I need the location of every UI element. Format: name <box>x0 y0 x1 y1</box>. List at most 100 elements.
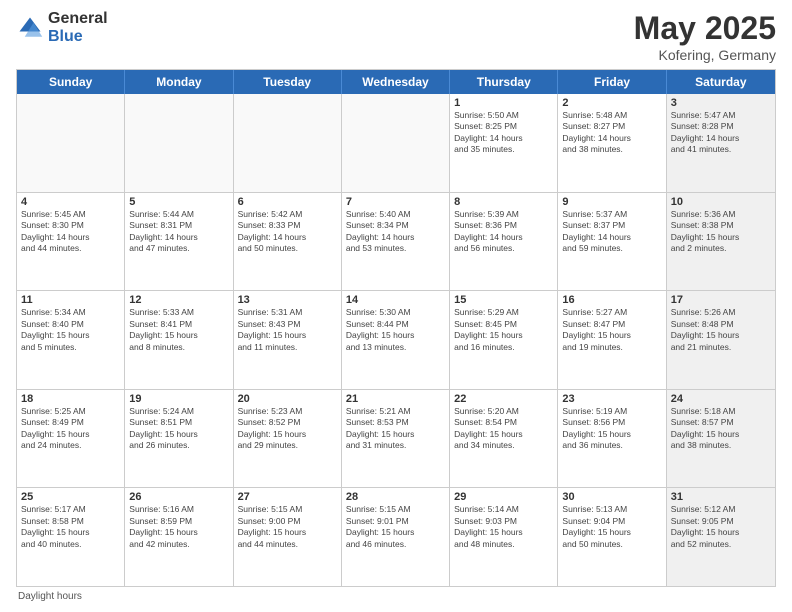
calendar-cell-8: 8Sunrise: 5:39 AM Sunset: 8:36 PM Daylig… <box>450 193 558 291</box>
footer-note: Daylight hours <box>16 591 776 602</box>
day-info: Sunrise: 5:24 AM Sunset: 8:51 PM Dayligh… <box>129 406 228 452</box>
day-info: Sunrise: 5:19 AM Sunset: 8:56 PM Dayligh… <box>562 406 661 452</box>
calendar-cell-11: 11Sunrise: 5:34 AM Sunset: 8:40 PM Dayli… <box>17 291 125 389</box>
day-info: Sunrise: 5:20 AM Sunset: 8:54 PM Dayligh… <box>454 406 553 452</box>
day-info: Sunrise: 5:45 AM Sunset: 8:30 PM Dayligh… <box>21 209 120 255</box>
day-number: 16 <box>562 294 661 306</box>
title-block: May 2025 Kofering, Germany <box>634 10 776 63</box>
day-number: 12 <box>129 294 228 306</box>
day-info: Sunrise: 5:31 AM Sunset: 8:43 PM Dayligh… <box>238 307 337 353</box>
day-number: 6 <box>238 196 337 208</box>
day-number: 5 <box>129 196 228 208</box>
header-day-monday: Monday <box>125 70 233 94</box>
calendar-cell-7: 7Sunrise: 5:40 AM Sunset: 8:34 PM Daylig… <box>342 193 450 291</box>
calendar-cell-2: 2Sunrise: 5:48 AM Sunset: 8:27 PM Daylig… <box>558 94 666 192</box>
day-number: 15 <box>454 294 553 306</box>
day-info: Sunrise: 5:30 AM Sunset: 8:44 PM Dayligh… <box>346 307 445 353</box>
day-info: Sunrise: 5:12 AM Sunset: 9:05 PM Dayligh… <box>671 504 771 550</box>
calendar-cell-25: 25Sunrise: 5:17 AM Sunset: 8:58 PM Dayli… <box>17 488 125 586</box>
day-number: 27 <box>238 491 337 503</box>
calendar-cell-31: 31Sunrise: 5:12 AM Sunset: 9:05 PM Dayli… <box>667 488 775 586</box>
day-number: 24 <box>671 393 771 405</box>
day-info: Sunrise: 5:26 AM Sunset: 8:48 PM Dayligh… <box>671 307 771 353</box>
day-info: Sunrise: 5:17 AM Sunset: 8:58 PM Dayligh… <box>21 504 120 550</box>
day-info: Sunrise: 5:21 AM Sunset: 8:53 PM Dayligh… <box>346 406 445 452</box>
day-number: 18 <box>21 393 120 405</box>
day-info: Sunrise: 5:15 AM Sunset: 9:01 PM Dayligh… <box>346 504 445 550</box>
calendar-cell-26: 26Sunrise: 5:16 AM Sunset: 8:59 PM Dayli… <box>125 488 233 586</box>
calendar-cell-empty-3 <box>342 94 450 192</box>
calendar-cell-3: 3Sunrise: 5:47 AM Sunset: 8:28 PM Daylig… <box>667 94 775 192</box>
calendar-cell-empty-2 <box>234 94 342 192</box>
day-info: Sunrise: 5:50 AM Sunset: 8:25 PM Dayligh… <box>454 110 553 156</box>
calendar-cell-23: 23Sunrise: 5:19 AM Sunset: 8:56 PM Dayli… <box>558 390 666 488</box>
calendar-row-2: 4Sunrise: 5:45 AM Sunset: 8:30 PM Daylig… <box>17 192 775 291</box>
day-number: 1 <box>454 97 553 109</box>
calendar-cell-30: 30Sunrise: 5:13 AM Sunset: 9:04 PM Dayli… <box>558 488 666 586</box>
day-info: Sunrise: 5:16 AM Sunset: 8:59 PM Dayligh… <box>129 504 228 550</box>
day-info: Sunrise: 5:44 AM Sunset: 8:31 PM Dayligh… <box>129 209 228 255</box>
day-number: 20 <box>238 393 337 405</box>
calendar-cell-13: 13Sunrise: 5:31 AM Sunset: 8:43 PM Dayli… <box>234 291 342 389</box>
day-number: 10 <box>671 196 771 208</box>
header-day-thursday: Thursday <box>450 70 558 94</box>
title-location: Kofering, Germany <box>634 47 776 63</box>
day-number: 28 <box>346 491 445 503</box>
header-day-sunday: Sunday <box>17 70 125 94</box>
day-info: Sunrise: 5:14 AM Sunset: 9:03 PM Dayligh… <box>454 504 553 550</box>
calendar-cell-28: 28Sunrise: 5:15 AM Sunset: 9:01 PM Dayli… <box>342 488 450 586</box>
logo-icon <box>16 14 44 42</box>
calendar-cell-22: 22Sunrise: 5:20 AM Sunset: 8:54 PM Dayli… <box>450 390 558 488</box>
calendar-cell-24: 24Sunrise: 5:18 AM Sunset: 8:57 PM Dayli… <box>667 390 775 488</box>
day-number: 7 <box>346 196 445 208</box>
day-info: Sunrise: 5:18 AM Sunset: 8:57 PM Dayligh… <box>671 406 771 452</box>
day-number: 26 <box>129 491 228 503</box>
calendar-cell-21: 21Sunrise: 5:21 AM Sunset: 8:53 PM Dayli… <box>342 390 450 488</box>
day-number: 8 <box>454 196 553 208</box>
day-info: Sunrise: 5:23 AM Sunset: 8:52 PM Dayligh… <box>238 406 337 452</box>
logo: General Blue <box>16 10 108 45</box>
calendar-cell-12: 12Sunrise: 5:33 AM Sunset: 8:41 PM Dayli… <box>125 291 233 389</box>
calendar-cell-empty-1 <box>125 94 233 192</box>
header: General Blue May 2025 Kofering, Germany <box>16 10 776 63</box>
day-number: 30 <box>562 491 661 503</box>
header-day-tuesday: Tuesday <box>234 70 342 94</box>
calendar-row-5: 25Sunrise: 5:17 AM Sunset: 8:58 PM Dayli… <box>17 487 775 586</box>
calendar-cell-9: 9Sunrise: 5:37 AM Sunset: 8:37 PM Daylig… <box>558 193 666 291</box>
day-number: 4 <box>21 196 120 208</box>
day-number: 2 <box>562 97 661 109</box>
day-info: Sunrise: 5:13 AM Sunset: 9:04 PM Dayligh… <box>562 504 661 550</box>
calendar-cell-19: 19Sunrise: 5:24 AM Sunset: 8:51 PM Dayli… <box>125 390 233 488</box>
day-number: 29 <box>454 491 553 503</box>
calendar-cell-15: 15Sunrise: 5:29 AM Sunset: 8:45 PM Dayli… <box>450 291 558 389</box>
calendar-cell-10: 10Sunrise: 5:36 AM Sunset: 8:38 PM Dayli… <box>667 193 775 291</box>
calendar-cell-29: 29Sunrise: 5:14 AM Sunset: 9:03 PM Dayli… <box>450 488 558 586</box>
calendar-cell-1: 1Sunrise: 5:50 AM Sunset: 8:25 PM Daylig… <box>450 94 558 192</box>
page: General Blue May 2025 Kofering, Germany … <box>0 0 792 612</box>
day-number: 11 <box>21 294 120 306</box>
day-info: Sunrise: 5:37 AM Sunset: 8:37 PM Dayligh… <box>562 209 661 255</box>
header-day-saturday: Saturday <box>667 70 775 94</box>
day-number: 31 <box>671 491 771 503</box>
calendar-cell-6: 6Sunrise: 5:42 AM Sunset: 8:33 PM Daylig… <box>234 193 342 291</box>
day-info: Sunrise: 5:33 AM Sunset: 8:41 PM Dayligh… <box>129 307 228 353</box>
calendar-header: SundayMondayTuesdayWednesdayThursdayFrid… <box>17 70 775 94</box>
day-info: Sunrise: 5:34 AM Sunset: 8:40 PM Dayligh… <box>21 307 120 353</box>
calendar-cell-17: 17Sunrise: 5:26 AM Sunset: 8:48 PM Dayli… <box>667 291 775 389</box>
calendar-cell-18: 18Sunrise: 5:25 AM Sunset: 8:49 PM Dayli… <box>17 390 125 488</box>
day-number: 9 <box>562 196 661 208</box>
logo-blue-text: Blue <box>48 28 108 46</box>
day-info: Sunrise: 5:42 AM Sunset: 8:33 PM Dayligh… <box>238 209 337 255</box>
day-number: 22 <box>454 393 553 405</box>
day-number: 21 <box>346 393 445 405</box>
title-month: May 2025 <box>634 10 776 47</box>
calendar-cell-empty-0 <box>17 94 125 192</box>
calendar-row-3: 11Sunrise: 5:34 AM Sunset: 8:40 PM Dayli… <box>17 290 775 389</box>
day-info: Sunrise: 5:27 AM Sunset: 8:47 PM Dayligh… <box>562 307 661 353</box>
logo-general-text: General <box>48 10 108 28</box>
calendar-cell-16: 16Sunrise: 5:27 AM Sunset: 8:47 PM Dayli… <box>558 291 666 389</box>
day-number: 14 <box>346 294 445 306</box>
day-number: 25 <box>21 491 120 503</box>
calendar-cell-14: 14Sunrise: 5:30 AM Sunset: 8:44 PM Dayli… <box>342 291 450 389</box>
day-info: Sunrise: 5:48 AM Sunset: 8:27 PM Dayligh… <box>562 110 661 156</box>
